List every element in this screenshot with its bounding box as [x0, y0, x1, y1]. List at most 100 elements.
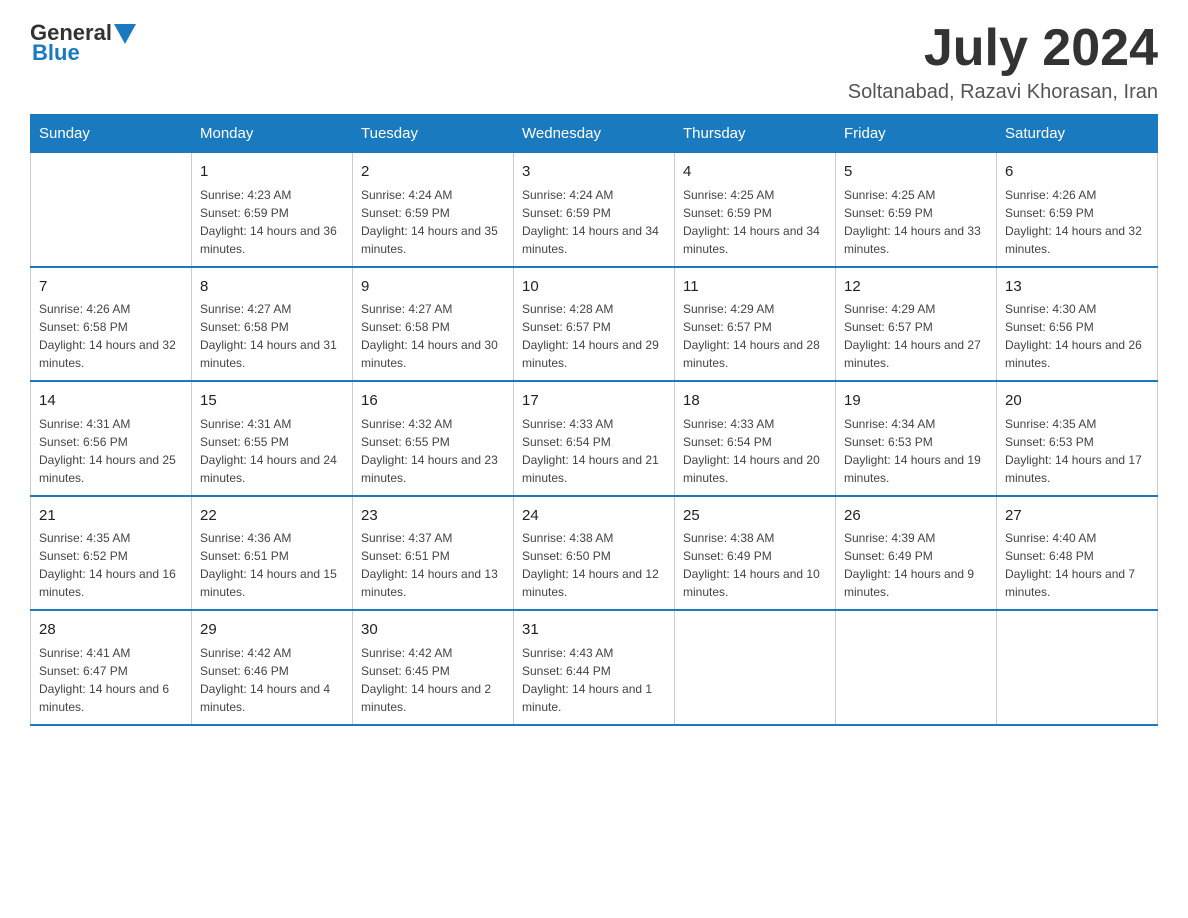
day-number: 10 — [522, 276, 666, 299]
weekday-header-saturday: Saturday — [997, 115, 1158, 153]
calendar-cell: 30Sunrise: 4:42 AMSunset: 6:45 PMDayligh… — [353, 610, 514, 725]
day-info: Sunrise: 4:31 AMSunset: 6:55 PMDaylight:… — [200, 415, 344, 487]
logo-blue-text: Blue — [32, 40, 136, 66]
calendar-cell: 14Sunrise: 4:31 AMSunset: 6:56 PMDayligh… — [31, 381, 192, 496]
day-number: 20 — [1005, 390, 1149, 413]
calendar-week-row: 28Sunrise: 4:41 AMSunset: 6:47 PMDayligh… — [31, 610, 1158, 725]
calendar-cell: 7Sunrise: 4:26 AMSunset: 6:58 PMDaylight… — [31, 267, 192, 382]
calendar-cell: 26Sunrise: 4:39 AMSunset: 6:49 PMDayligh… — [836, 496, 997, 611]
calendar-body: 1Sunrise: 4:23 AMSunset: 6:59 PMDaylight… — [31, 153, 1158, 725]
day-number: 27 — [1005, 505, 1149, 528]
day-info: Sunrise: 4:37 AMSunset: 6:51 PMDaylight:… — [361, 529, 505, 601]
day-number: 7 — [39, 276, 183, 299]
day-info: Sunrise: 4:26 AMSunset: 6:59 PMDaylight:… — [1005, 186, 1149, 258]
calendar-week-row: 1Sunrise: 4:23 AMSunset: 6:59 PMDaylight… — [31, 153, 1158, 267]
calendar-cell: 18Sunrise: 4:33 AMSunset: 6:54 PMDayligh… — [675, 381, 836, 496]
day-number: 21 — [39, 505, 183, 528]
day-info: Sunrise: 4:34 AMSunset: 6:53 PMDaylight:… — [844, 415, 988, 487]
day-info: Sunrise: 4:35 AMSunset: 6:53 PMDaylight:… — [1005, 415, 1149, 487]
day-info: Sunrise: 4:38 AMSunset: 6:49 PMDaylight:… — [683, 529, 827, 601]
weekday-header-friday: Friday — [836, 115, 997, 153]
day-info: Sunrise: 4:27 AMSunset: 6:58 PMDaylight:… — [200, 300, 344, 372]
day-number: 29 — [200, 619, 344, 642]
calendar-cell: 4Sunrise: 4:25 AMSunset: 6:59 PMDaylight… — [675, 153, 836, 267]
calendar-week-row: 21Sunrise: 4:35 AMSunset: 6:52 PMDayligh… — [31, 496, 1158, 611]
day-info: Sunrise: 4:25 AMSunset: 6:59 PMDaylight:… — [683, 186, 827, 258]
calendar-cell: 21Sunrise: 4:35 AMSunset: 6:52 PMDayligh… — [31, 496, 192, 611]
location-subtitle: Soltanabad, Razavi Khorasan, Iran — [848, 81, 1158, 104]
calendar-cell: 6Sunrise: 4:26 AMSunset: 6:59 PMDaylight… — [997, 153, 1158, 267]
calendar-cell: 22Sunrise: 4:36 AMSunset: 6:51 PMDayligh… — [192, 496, 353, 611]
calendar-cell: 17Sunrise: 4:33 AMSunset: 6:54 PMDayligh… — [514, 381, 675, 496]
calendar-cell: 10Sunrise: 4:28 AMSunset: 6:57 PMDayligh… — [514, 267, 675, 382]
day-info: Sunrise: 4:32 AMSunset: 6:55 PMDaylight:… — [361, 415, 505, 487]
calendar-cell: 20Sunrise: 4:35 AMSunset: 6:53 PMDayligh… — [997, 381, 1158, 496]
logo: General Blue — [30, 20, 136, 66]
day-number: 14 — [39, 390, 183, 413]
day-info: Sunrise: 4:33 AMSunset: 6:54 PMDaylight:… — [522, 415, 666, 487]
day-number: 2 — [361, 161, 505, 184]
day-number: 9 — [361, 276, 505, 299]
day-info: Sunrise: 4:24 AMSunset: 6:59 PMDaylight:… — [522, 186, 666, 258]
day-number: 8 — [200, 276, 344, 299]
day-number: 18 — [683, 390, 827, 413]
weekday-header-sunday: Sunday — [31, 115, 192, 153]
day-number: 6 — [1005, 161, 1149, 184]
weekday-header-wednesday: Wednesday — [514, 115, 675, 153]
day-number: 5 — [844, 161, 988, 184]
calendar-week-row: 14Sunrise: 4:31 AMSunset: 6:56 PMDayligh… — [31, 381, 1158, 496]
day-info: Sunrise: 4:28 AMSunset: 6:57 PMDaylight:… — [522, 300, 666, 372]
day-number: 25 — [683, 505, 827, 528]
calendar-cell: 15Sunrise: 4:31 AMSunset: 6:55 PMDayligh… — [192, 381, 353, 496]
day-info: Sunrise: 4:41 AMSunset: 6:47 PMDaylight:… — [39, 644, 183, 716]
calendar-cell — [31, 153, 192, 267]
calendar-table: SundayMondayTuesdayWednesdayThursdayFrid… — [30, 114, 1158, 726]
day-info: Sunrise: 4:43 AMSunset: 6:44 PMDaylight:… — [522, 644, 666, 716]
day-info: Sunrise: 4:25 AMSunset: 6:59 PMDaylight:… — [844, 186, 988, 258]
calendar-cell: 8Sunrise: 4:27 AMSunset: 6:58 PMDaylight… — [192, 267, 353, 382]
calendar-cell — [675, 610, 836, 725]
day-info: Sunrise: 4:30 AMSunset: 6:56 PMDaylight:… — [1005, 300, 1149, 372]
day-number: 23 — [361, 505, 505, 528]
day-number: 28 — [39, 619, 183, 642]
calendar-cell: 23Sunrise: 4:37 AMSunset: 6:51 PMDayligh… — [353, 496, 514, 611]
calendar-header: SundayMondayTuesdayWednesdayThursdayFrid… — [31, 115, 1158, 153]
day-number: 17 — [522, 390, 666, 413]
day-number: 31 — [522, 619, 666, 642]
day-number: 30 — [361, 619, 505, 642]
calendar-cell: 13Sunrise: 4:30 AMSunset: 6:56 PMDayligh… — [997, 267, 1158, 382]
day-info: Sunrise: 4:38 AMSunset: 6:50 PMDaylight:… — [522, 529, 666, 601]
calendar-cell — [836, 610, 997, 725]
day-info: Sunrise: 4:24 AMSunset: 6:59 PMDaylight:… — [361, 186, 505, 258]
day-number: 24 — [522, 505, 666, 528]
day-number: 12 — [844, 276, 988, 299]
day-number: 19 — [844, 390, 988, 413]
calendar-cell: 24Sunrise: 4:38 AMSunset: 6:50 PMDayligh… — [514, 496, 675, 611]
day-number: 15 — [200, 390, 344, 413]
day-info: Sunrise: 4:29 AMSunset: 6:57 PMDaylight:… — [683, 300, 827, 372]
calendar-cell: 2Sunrise: 4:24 AMSunset: 6:59 PMDaylight… — [353, 153, 514, 267]
weekday-header-row: SundayMondayTuesdayWednesdayThursdayFrid… — [31, 115, 1158, 153]
day-info: Sunrise: 4:35 AMSunset: 6:52 PMDaylight:… — [39, 529, 183, 601]
weekday-header-thursday: Thursday — [675, 115, 836, 153]
month-year-title: July 2024 — [848, 20, 1158, 77]
day-number: 1 — [200, 161, 344, 184]
day-info: Sunrise: 4:31 AMSunset: 6:56 PMDaylight:… — [39, 415, 183, 487]
day-number: 26 — [844, 505, 988, 528]
day-number: 11 — [683, 276, 827, 299]
calendar-cell: 28Sunrise: 4:41 AMSunset: 6:47 PMDayligh… — [31, 610, 192, 725]
calendar-cell: 11Sunrise: 4:29 AMSunset: 6:57 PMDayligh… — [675, 267, 836, 382]
calendar-cell: 29Sunrise: 4:42 AMSunset: 6:46 PMDayligh… — [192, 610, 353, 725]
weekday-header-monday: Monday — [192, 115, 353, 153]
calendar-cell: 25Sunrise: 4:38 AMSunset: 6:49 PMDayligh… — [675, 496, 836, 611]
day-info: Sunrise: 4:27 AMSunset: 6:58 PMDaylight:… — [361, 300, 505, 372]
calendar-cell: 12Sunrise: 4:29 AMSunset: 6:57 PMDayligh… — [836, 267, 997, 382]
calendar-cell: 31Sunrise: 4:43 AMSunset: 6:44 PMDayligh… — [514, 610, 675, 725]
day-info: Sunrise: 4:39 AMSunset: 6:49 PMDaylight:… — [844, 529, 988, 601]
calendar-cell: 3Sunrise: 4:24 AMSunset: 6:59 PMDaylight… — [514, 153, 675, 267]
day-number: 13 — [1005, 276, 1149, 299]
day-info: Sunrise: 4:40 AMSunset: 6:48 PMDaylight:… — [1005, 529, 1149, 601]
calendar-cell — [997, 610, 1158, 725]
calendar-cell: 16Sunrise: 4:32 AMSunset: 6:55 PMDayligh… — [353, 381, 514, 496]
day-info: Sunrise: 4:36 AMSunset: 6:51 PMDaylight:… — [200, 529, 344, 601]
